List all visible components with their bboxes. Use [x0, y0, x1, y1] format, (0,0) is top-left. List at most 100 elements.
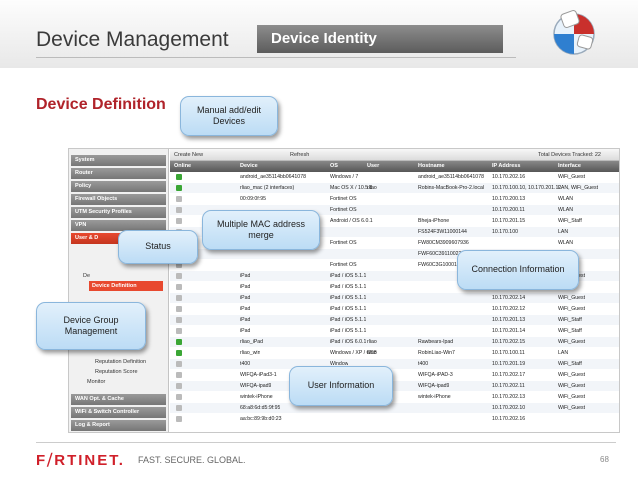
table-cell: WIFQA-ipad9	[240, 383, 272, 389]
table-cell: rliao	[367, 339, 377, 345]
fortinet-logo: F⧸RTINET.	[36, 452, 125, 469]
table-cell: WLAN	[558, 240, 573, 246]
column-header[interactable]: OS	[330, 163, 338, 169]
table-cell: 10.170.100.11	[492, 350, 525, 356]
tree-item[interactable]: Reputation Definition	[95, 359, 146, 365]
sidebar-section[interactable]: Policy	[71, 181, 166, 192]
column-header[interactable]: Device	[240, 163, 258, 169]
status-icon	[176, 306, 182, 312]
table-row[interactable]: t400 Window t400 10.170.201.19 WiFi_Staff	[170, 359, 619, 369]
tree-item-device-definition[interactable]: Device Definition	[89, 281, 163, 291]
table-cell: FW80CM3909607936	[418, 240, 469, 246]
sidebar-section[interactable]: UTM Security Profiles	[71, 207, 166, 218]
slide: Device Management Device Identity Device…	[0, 0, 638, 479]
table-cell: WiFi_Guest	[558, 405, 586, 411]
sidebar-section[interactable]: Log & Report	[71, 420, 166, 431]
table-cell: LAN	[558, 350, 569, 356]
table-cell: iPad / iOS 5.1.1	[330, 317, 367, 323]
tree-item[interactable]: De	[83, 273, 90, 279]
table-cell: Fortinet OS	[330, 207, 357, 213]
table-cell: 10.170.202.14	[492, 295, 526, 301]
sidebar-section[interactable]: Firewall Objects	[71, 194, 166, 205]
sidebar-section[interactable]: WAN Opt. & Cache	[71, 394, 166, 405]
callout-mac-merge: Multiple MAC address merge	[202, 210, 320, 250]
table-row[interactable]: WIFQA-ipad9 WIFQA-ipad9 10.170.202.11 WiFi_…	[170, 381, 619, 391]
table-cell: iPad	[240, 295, 251, 301]
table-cell: 10.170.201.15	[492, 218, 526, 224]
table-cell: 10.170.201.14	[492, 328, 526, 334]
create-new-button[interactable]: Create New	[174, 152, 203, 158]
status-icon	[176, 394, 182, 400]
table-cell: rliao_mac (2 interfaces)	[240, 185, 295, 191]
column-header[interactable]: IP Address	[492, 163, 520, 169]
table-row[interactable]: 00:09:0f:95 Fortinet OS 10.170.200.13 WLAN	[170, 194, 619, 204]
table-cell: iPad / iOS 5.1.1	[330, 306, 367, 312]
table-row[interactable]: iPad iPad / iOS 5.1.1 10.170.201.14 WiFi_St…	[170, 326, 619, 336]
table-row[interactable]: iPad iPad / iOS 5.1.1 10.170.202.14 WiFi_Gu…	[170, 293, 619, 303]
table-cell: iPad	[240, 317, 251, 323]
table-cell: WLAN	[558, 207, 573, 213]
table-row[interactable]: WIFQA-iPad3-1 WIFQA-iPAD-3 10.170.202.17 Wi…	[170, 370, 619, 380]
table-cell: iPad / iOS 5.1.1	[330, 284, 367, 290]
page-number: 68	[600, 455, 609, 464]
status-icon	[176, 207, 182, 213]
table-cell: 10.170.202.15	[492, 339, 526, 345]
refresh-button[interactable]: Refresh	[290, 152, 309, 158]
column-header[interactable]: Interface	[558, 163, 581, 169]
toolbar: Create New Refresh Total Devices Tracked…	[170, 149, 619, 161]
table-cell: WiFi_Staff	[558, 218, 582, 224]
table-cell: iPad / iOS 5.1.1	[330, 328, 367, 334]
page-title: Device Management	[36, 28, 229, 51]
sidebar-section[interactable]: Router	[71, 168, 166, 179]
table-row[interactable]: iPad iPad / iOS 5.1.1 10.170.202.12 WiFi_Gu…	[170, 304, 619, 314]
table-cell: WiFi_Guest	[558, 295, 586, 301]
table-cell: WiFi_Guest	[558, 339, 586, 345]
table-row[interactable]: rliao_win Windows / XP / 6/98 rliao RobinLi…	[170, 348, 619, 358]
table-cell: Fortinet OS	[330, 262, 357, 268]
footer-divider	[36, 442, 616, 443]
tree-item[interactable]: Reputation Score	[95, 369, 138, 375]
column-header[interactable]: Online	[174, 163, 191, 169]
table-cell: Fortinet OS	[330, 240, 357, 246]
table-cell: 10.170.202.16	[492, 416, 526, 422]
table-cell: iPad	[240, 284, 251, 290]
table-cell: WiFi_Guest	[558, 174, 586, 180]
table-cell: android_ae35114bb0641078	[240, 174, 306, 180]
status-icon	[176, 284, 182, 290]
status-icon	[176, 383, 182, 389]
device-table-panel: Create New Refresh Total Devices Tracked…	[170, 149, 619, 432]
table-cell: wintek-iPhone	[240, 394, 273, 400]
column-header[interactable]: Hostname	[418, 163, 445, 169]
sidebar: System Router Policy Firewall Objects UT…	[69, 149, 169, 432]
table-cell: 10.170.100	[492, 229, 518, 235]
table-cell: Windows / 7	[330, 174, 359, 180]
table-row[interactable]: rliao_mac (2 interfaces) Mac OS X / 10.5.…	[170, 183, 619, 193]
table-cell: t400	[418, 361, 429, 367]
table-row[interactable]: wintek-iPhone wintek-iPhone 10.170.202.13 W…	[170, 392, 619, 402]
table-cell: LAN	[558, 229, 569, 235]
column-header[interactable]: User	[367, 163, 379, 169]
tree-item[interactable]: Monitor	[87, 379, 105, 385]
table-row[interactable]: 68:a8:6d:d5:9f:95 10.170.202.10 WiFi_Guest	[170, 403, 619, 413]
table-row[interactable]: iPad iPad / iOS 5.1.1 10.170.201.13 WiFi_St…	[170, 315, 619, 325]
table-row[interactable]: rliao_iPad iPad / iOS 6.0.1 rliao Rawbears-…	[170, 337, 619, 347]
table-cell: FS524F3W11000144	[418, 229, 467, 235]
table-row[interactable]: android_ae35114bb0641078 Windows / 7 andro…	[170, 172, 619, 182]
table-cell: WLAN	[558, 196, 573, 202]
table-cell: aa:bc:89:9b:d0:23	[240, 416, 282, 422]
table-cell: LAN, WiFi_Guest	[558, 185, 599, 191]
identity-globe-icon	[553, 10, 595, 55]
table-cell: 00:09:0f:95	[240, 196, 266, 202]
table-cell: iPad	[240, 306, 251, 312]
table-row[interactable]: aa:bc:89:9b:d0:23 10.170.202.16	[170, 414, 619, 424]
sidebar-section[interactable]: WiFi & Switch Controller	[71, 407, 166, 418]
table-cell: WiFi_Guest	[558, 394, 586, 400]
sidebar-section[interactable]: System	[71, 155, 166, 166]
table-cell: 10.170.202.12	[492, 306, 526, 312]
table-cell: 10.170.202.11	[492, 383, 525, 389]
table-cell: rliao	[367, 350, 377, 356]
table-cell: WIFQA-iPad3-1	[240, 372, 277, 378]
total-devices-label: Total Devices Tracked: 22	[538, 152, 601, 158]
table-cell: 68:a8:6d:d5:9f:95	[240, 405, 281, 411]
table-cell: WiFi_Staff	[558, 328, 582, 334]
